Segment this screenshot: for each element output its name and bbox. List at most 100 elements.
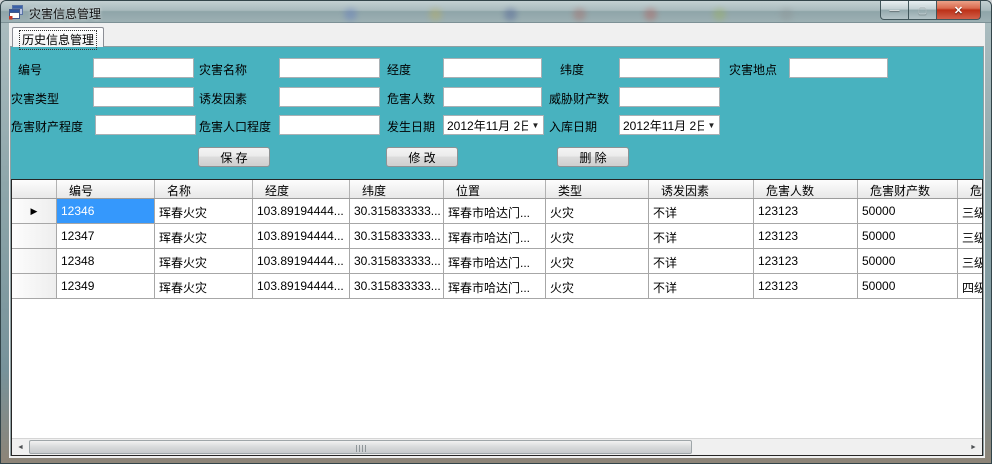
table-cell[interactable]: 30.315833333... <box>350 249 444 273</box>
row-header[interactable] <box>12 274 57 298</box>
table-cell[interactable]: 不详 <box>649 274 754 298</box>
disaster-name-input[interactable] <box>279 58 380 78</box>
table-cell[interactable]: 三级 <box>958 224 982 248</box>
population-damage-degree-input[interactable] <box>279 115 380 135</box>
entry-date-picker[interactable]: 2012年11月 2日 ▼ <box>619 115 720 135</box>
occurrence-date-value: 2012年11月 2日 <box>444 117 528 134</box>
table-cell[interactable]: 50000 <box>858 249 958 273</box>
table-cell[interactable]: 103.89194444... <box>253 274 350 298</box>
latitude-input[interactable] <box>619 58 720 78</box>
table-cell[interactable]: 12347 <box>57 224 155 248</box>
table-cell[interactable]: 珲春火灾 <box>155 274 253 298</box>
scroll-right-button[interactable]: ► <box>965 439 982 455</box>
table-cell[interactable]: 三级 <box>958 199 982 223</box>
table-cell[interactable]: 30.315833333... <box>350 274 444 298</box>
maximize-icon: ▢ <box>918 5 927 16</box>
table-cell[interactable]: 不详 <box>649 199 754 223</box>
table-cell[interactable]: 103.89194444... <box>253 224 350 248</box>
table-cell[interactable]: 四级 <box>958 274 982 298</box>
scrollbar-track[interactable] <box>29 439 965 455</box>
label-disaster-name: 灾害名称 <box>199 61 247 78</box>
save-button[interactable]: 保 存 <box>198 147 270 167</box>
column-header[interactable]: 诱发因素 <box>649 180 754 198</box>
modify-button[interactable]: 修 改 <box>386 147 458 167</box>
column-header[interactable]: 纬度 <box>350 180 444 198</box>
table-cell[interactable]: 火灾 <box>546 249 649 273</box>
column-header[interactable]: 类型 <box>546 180 649 198</box>
row-header[interactable] <box>12 249 57 273</box>
table-cell[interactable]: 珲春火灾 <box>155 249 253 273</box>
table-cell[interactable]: 103.89194444... <box>253 249 350 273</box>
longitude-input[interactable] <box>443 58 542 78</box>
affected-people-input[interactable] <box>443 87 542 107</box>
number-input[interactable] <box>93 58 194 78</box>
column-header[interactable]: 经度 <box>253 180 350 198</box>
table-cell[interactable]: 123123 <box>754 249 858 273</box>
data-grid: 编号 名称 经度 纬度 位置 类型 诱发因素 危害人数 危害财产数 危害 ▶ 1… <box>11 179 983 456</box>
column-header[interactable]: 危害财产数 <box>858 180 958 198</box>
table-cell[interactable]: 50000 <box>858 274 958 298</box>
table-cell[interactable]: 火灾 <box>546 199 649 223</box>
column-header[interactable]: 位置 <box>444 180 546 198</box>
disaster-type-input[interactable] <box>93 87 194 107</box>
grid-empty-area <box>12 299 982 438</box>
table-cell[interactable]: 30.315833333... <box>350 199 444 223</box>
table-cell[interactable]: 珲春市哈达门... <box>444 274 546 298</box>
row-header[interactable]: ▶ <box>12 199 57 223</box>
table-cell[interactable]: 123123 <box>754 224 858 248</box>
column-header[interactable]: 危害人数 <box>754 180 858 198</box>
table-cell[interactable]: 火灾 <box>546 224 649 248</box>
titlebar[interactable]: 灾害信息管理 — ▢ ✕ <box>1 1 991 23</box>
delete-button[interactable]: 删 除 <box>557 147 629 167</box>
scroll-left-button[interactable]: ◄ <box>12 439 29 455</box>
table-cell[interactable]: 珲春火灾 <box>155 199 253 223</box>
table-cell[interactable]: 12349 <box>57 274 155 298</box>
table-cell[interactable]: 珲春市哈达门... <box>444 224 546 248</box>
table-cell[interactable]: 12346 <box>57 199 155 223</box>
column-header[interactable]: 危害 <box>958 180 982 198</box>
table-cell[interactable]: 50000 <box>858 224 958 248</box>
table-row[interactable]: 12347 珲春火灾 103.89194444... 30.315833333.… <box>12 224 982 249</box>
minimize-button[interactable]: — <box>880 1 909 20</box>
glass-reflection <box>713 8 726 21</box>
table-cell[interactable]: 123123 <box>754 199 858 223</box>
row-selector-header[interactable] <box>12 180 57 198</box>
table-cell[interactable]: 珲春市哈达门... <box>444 199 546 223</box>
table-cell[interactable]: 123123 <box>754 274 858 298</box>
table-row[interactable]: 12348 珲春火灾 103.89194444... 30.315833333.… <box>12 249 982 274</box>
tab-page: 编号 灾害名称 经度 纬度 灾害地点 灾害类型 诱发因素 危害人数 威胁财产数 … <box>10 46 984 456</box>
tab-label: 历史信息管理 <box>19 30 97 50</box>
horizontal-scrollbar[interactable]: ◄ ► <box>12 438 982 455</box>
scrollbar-grip-icon <box>356 445 366 452</box>
threatened-property-input[interactable] <box>619 87 720 107</box>
label-disaster-type: 灾害类型 <box>11 90 59 107</box>
window-title: 灾害信息管理 <box>29 5 101 22</box>
table-row[interactable]: 12349 珲春火灾 103.89194444... 30.315833333.… <box>12 274 982 299</box>
table-cell[interactable]: 50000 <box>858 199 958 223</box>
table-cell[interactable]: 火灾 <box>546 274 649 298</box>
glass-reflection <box>344 8 357 21</box>
row-header[interactable] <box>12 224 57 248</box>
occurrence-date-picker[interactable]: 2012年11月 2日 ▼ <box>443 115 544 135</box>
table-cell[interactable]: 不详 <box>649 249 754 273</box>
label-occurrence-date: 发生日期 <box>387 118 435 135</box>
scrollbar-thumb[interactable] <box>29 440 692 454</box>
table-cell[interactable]: 三级 <box>958 249 982 273</box>
glass-reflection <box>504 8 517 21</box>
table-cell[interactable]: 103.89194444... <box>253 199 350 223</box>
table-cell[interactable]: 珲春市哈达门... <box>444 249 546 273</box>
maximize-button[interactable]: ▢ <box>909 1 936 20</box>
close-button[interactable]: ✕ <box>936 1 981 20</box>
tab-history-info[interactable]: 历史信息管理 <box>12 27 104 47</box>
table-cell[interactable]: 12348 <box>57 249 155 273</box>
property-damage-degree-input[interactable] <box>95 115 196 135</box>
table-cell[interactable]: 不详 <box>649 224 754 248</box>
trigger-factor-input[interactable] <box>279 87 380 107</box>
column-header[interactable]: 编号 <box>57 180 155 198</box>
table-cell[interactable]: 30.315833333... <box>350 224 444 248</box>
disaster-location-input[interactable] <box>789 58 888 78</box>
column-header[interactable]: 名称 <box>155 180 253 198</box>
table-cell[interactable]: 珲春火灾 <box>155 224 253 248</box>
label-property-damage-degree: 危害财产程度 <box>11 118 83 135</box>
table-row[interactable]: ▶ 12346 珲春火灾 103.89194444... 30.31583333… <box>12 199 982 224</box>
